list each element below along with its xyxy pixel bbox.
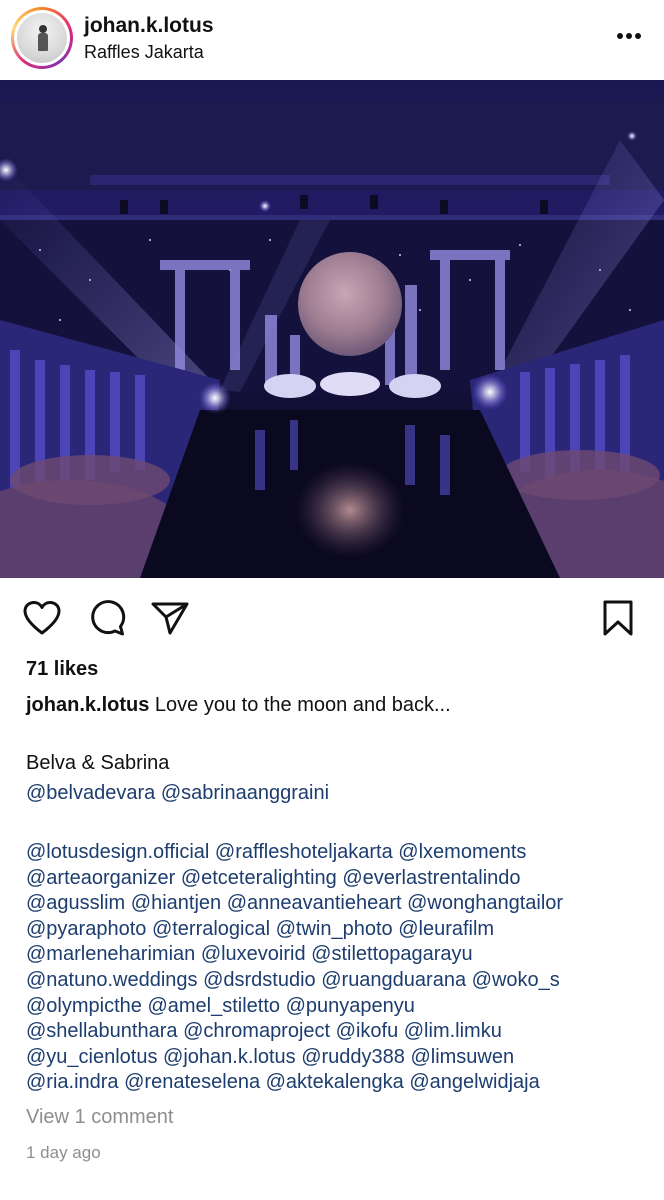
credit-line[interactable]: @lotusdesign.official @raffleshoteljakar… bbox=[26, 840, 563, 866]
credit-line[interactable]: @natuno.weddings @dsrdstudio @ruangduara… bbox=[26, 968, 563, 994]
avatar-image bbox=[17, 13, 67, 63]
action-bar bbox=[0, 596, 664, 640]
post-header: johan.k.lotus Raffles Jakarta bbox=[0, 0, 664, 80]
credit-line[interactable]: @pyaraphoto @terralogical @twin_photo @l… bbox=[26, 917, 563, 943]
credit-line[interactable]: @agusslim @hiantjen @anneavantieheart @w… bbox=[26, 891, 563, 917]
caption-username[interactable]: johan.k.lotus bbox=[26, 694, 149, 716]
credit-line[interactable]: @olympicthe @amel_stiletto @punyapenyu bbox=[26, 994, 563, 1020]
likes-count[interactable]: 71 likes bbox=[26, 658, 98, 681]
post-location[interactable]: Raffles Jakarta bbox=[84, 42, 204, 63]
bookmark-icon[interactable] bbox=[600, 599, 636, 637]
caption-text: Love you to the moon and back... bbox=[154, 694, 451, 716]
view-comments-link[interactable]: View 1 comment bbox=[26, 1106, 173, 1129]
credit-line[interactable]: @ria.indra @renateselena @aktekalengka @… bbox=[26, 1070, 563, 1096]
more-options-icon[interactable] bbox=[612, 22, 646, 50]
caption-couple: Belva & Sabrina bbox=[26, 752, 170, 774]
credit-line[interactable]: @arteaorganizer @etceteralighting @everl… bbox=[26, 866, 563, 892]
post-timestamp: 1 day ago bbox=[26, 1143, 101, 1162]
credit-mentions: @lotusdesign.official @raffleshoteljakar… bbox=[26, 840, 563, 1096]
send-icon[interactable] bbox=[150, 600, 190, 636]
credit-line[interactable]: @yu_cienlotus @johan.k.lotus @ruddy388 @… bbox=[26, 1045, 563, 1071]
avatar[interactable] bbox=[11, 7, 73, 69]
post-photo[interactable] bbox=[0, 80, 664, 578]
credit-line[interactable]: @marleneharimian @luxevoirid @stilettopa… bbox=[26, 942, 563, 968]
post-photo-image bbox=[0, 80, 664, 578]
comment-icon[interactable] bbox=[88, 599, 126, 637]
heart-icon[interactable] bbox=[22, 600, 62, 636]
avatar-inner bbox=[14, 10, 70, 66]
caption: johan.k.lotus Love you to the moon and b… bbox=[26, 694, 451, 717]
credit-line[interactable]: @shellabunthara @chromaproject @ikofu @l… bbox=[26, 1019, 563, 1045]
post-username[interactable]: johan.k.lotus bbox=[84, 14, 214, 38]
couple-mentions[interactable]: @belvadevara @sabrinaanggraini bbox=[26, 782, 329, 805]
